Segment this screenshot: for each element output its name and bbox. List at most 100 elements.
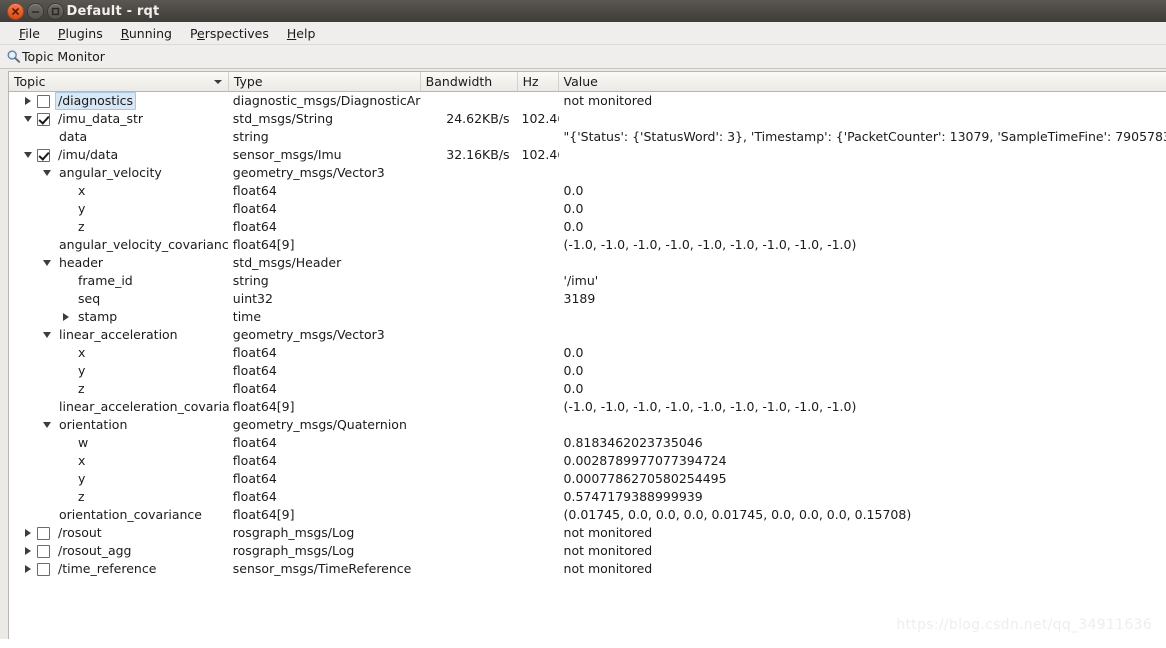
- expand-triangle-icon[interactable]: [19, 524, 37, 542]
- menu-plugins[interactable]: Plugins: [49, 24, 112, 43]
- table-row[interactable]: x float64 0.0: [9, 182, 1166, 200]
- table-row[interactable]: y float64 0.0: [9, 200, 1166, 218]
- cell-type: time: [232, 309, 262, 324]
- collapse-triangle-icon[interactable]: [38, 326, 56, 344]
- table-row[interactable]: seq uint32 3189: [9, 290, 1166, 308]
- table-row[interactable]: z float64 0.0: [9, 380, 1166, 398]
- column-header-hz[interactable]: Hz: [518, 72, 559, 91]
- cell-hz: [518, 560, 559, 578]
- cell-bandwidth: [421, 128, 518, 146]
- topic-name-label: angular_velocity: [59, 165, 162, 180]
- cell-value: 0.0: [563, 363, 584, 378]
- topic-monitor-checkbox[interactable]: [37, 112, 50, 126]
- tab-topic-monitor[interactable]: Topic Monitor: [4, 48, 111, 65]
- table-row[interactable]: linear_acceleration_covariancefloat64[9]…: [9, 398, 1166, 416]
- table-row[interactable]: x float64 0.0028789977077394724: [9, 452, 1166, 470]
- cell-bandwidth: [421, 524, 518, 542]
- expand-triangle-icon[interactable]: [19, 560, 37, 578]
- collapse-triangle-icon[interactable]: [38, 164, 56, 182]
- table-row[interactable]: orientation geometry_msgs/Quaternion: [9, 416, 1166, 434]
- expand-triangle-icon[interactable]: [19, 542, 37, 560]
- topic-name-label: frame_id: [78, 273, 133, 288]
- column-header-type[interactable]: Type: [229, 72, 421, 91]
- table-row[interactable]: z float64 0.0: [9, 218, 1166, 236]
- minimize-button[interactable]: [27, 2, 44, 20]
- collapse-triangle-icon[interactable]: [19, 110, 37, 128]
- cell-hz: [518, 128, 559, 146]
- chevron-down-icon: [43, 422, 51, 428]
- table-row[interactable]: /rosout_agg rosgraph_msgs/Log not monitore…: [9, 542, 1166, 560]
- cell-topic: /rosout: [9, 524, 229, 542]
- table-row[interactable]: w float64 0.8183462023735046: [9, 434, 1166, 452]
- menu-file[interactable]: File: [10, 24, 49, 43]
- cell-topic: orientation_covariance: [9, 506, 229, 524]
- table-row[interactable]: /diagnostics diagnostic_msgs/DiagnosticAr…: [9, 92, 1166, 110]
- topic-name-label: z: [78, 381, 85, 396]
- cell-value: not monitored: [563, 561, 653, 576]
- close-button[interactable]: [7, 2, 24, 20]
- menu-running[interactable]: Running: [112, 24, 181, 43]
- cell-type: float64: [232, 201, 277, 216]
- collapse-triangle-icon[interactable]: [38, 416, 56, 434]
- chevron-right-icon: [63, 313, 69, 321]
- chevron-down-icon: [43, 260, 51, 266]
- cell-bandwidth: [421, 182, 518, 200]
- table-row[interactable]: orientation_covariance float64[9] (0.01745…: [9, 506, 1166, 524]
- table-row[interactable]: /imu/data sensor_msgs/Imu 32.16KB/s 102.46: [9, 146, 1166, 164]
- cell-hz: [518, 218, 559, 236]
- cell-hz: [518, 470, 559, 488]
- topic-monitor-checkbox[interactable]: [37, 148, 50, 162]
- table-row[interactable]: linear_acceleration geometry_msgs/Vector3: [9, 326, 1166, 344]
- table-row[interactable]: angular_velocity geometry_msgs/Vector3: [9, 164, 1166, 182]
- table-row[interactable]: /time_reference sensor_msgs/TimeReference…: [9, 560, 1166, 578]
- column-header-bandwidth[interactable]: Bandwidth: [421, 72, 518, 91]
- table-row[interactable]: x float64 0.0: [9, 344, 1166, 362]
- cell-type: rosgraph_msgs/Log: [232, 525, 355, 540]
- chevron-right-icon: [25, 529, 31, 537]
- table-row[interactable]: stamp time: [9, 308, 1166, 326]
- topic-tree-view[interactable]: Topic Type Bandwidth Hz Value /diagnosti…: [8, 71, 1166, 639]
- topic-monitor-checkbox[interactable]: [37, 94, 50, 108]
- column-header-topic[interactable]: Topic: [9, 72, 229, 91]
- cell-type: geometry_msgs/Vector3: [232, 327, 385, 342]
- table-row[interactable]: /imu_data_str std_msgs/String 24.62KB/s 102…: [9, 110, 1166, 128]
- topic-name-label: /diagnostics: [55, 92, 137, 110]
- table-row[interactable]: angular_velocity_covariance float64[9] (-1…: [9, 236, 1166, 254]
- topic-name-label: x: [78, 183, 86, 198]
- topic-monitor-checkbox[interactable]: [37, 562, 50, 576]
- cell-value: not monitored: [563, 525, 653, 540]
- table-row[interactable]: header std_msgs/Header: [9, 254, 1166, 272]
- menu-help[interactable]: Help: [278, 24, 325, 43]
- cell-bandwidth: [421, 452, 518, 470]
- collapse-triangle-icon[interactable]: [38, 254, 56, 272]
- table-row[interactable]: y float64 0.0: [9, 362, 1166, 380]
- collapse-triangle-icon[interactable]: [19, 146, 37, 164]
- cell-topic: header: [9, 254, 229, 272]
- table-row[interactable]: /rosout rosgraph_msgs/Log not monitored: [9, 524, 1166, 542]
- table-row[interactable]: data string "{'Status': {'StatusWord': 3},…: [9, 128, 1166, 146]
- table-row[interactable]: z float64 0.5747179388999939: [9, 488, 1166, 506]
- cell-topic: x: [9, 344, 229, 362]
- expand-triangle-icon[interactable]: [19, 92, 37, 110]
- cell-topic: linear_acceleration_covariance: [9, 398, 229, 416]
- column-header-value[interactable]: Value: [559, 72, 1166, 91]
- cell-bandwidth: [421, 236, 518, 254]
- topic-monitor-checkbox[interactable]: [37, 526, 50, 540]
- cell-bandwidth: [421, 326, 518, 344]
- topic-name-label: y: [78, 363, 86, 378]
- maximize-button[interactable]: [47, 2, 64, 20]
- expand-triangle-icon[interactable]: [57, 308, 75, 326]
- table-row[interactable]: frame_id string '/imu': [9, 272, 1166, 290]
- menu-perspectives[interactable]: Perspectives: [181, 24, 278, 43]
- topic-name-label: y: [78, 201, 86, 216]
- table-row[interactable]: y float64 0.0007786270580254495: [9, 470, 1166, 488]
- cell-hz: [518, 326, 559, 344]
- topic-monitor-checkbox[interactable]: [37, 544, 50, 558]
